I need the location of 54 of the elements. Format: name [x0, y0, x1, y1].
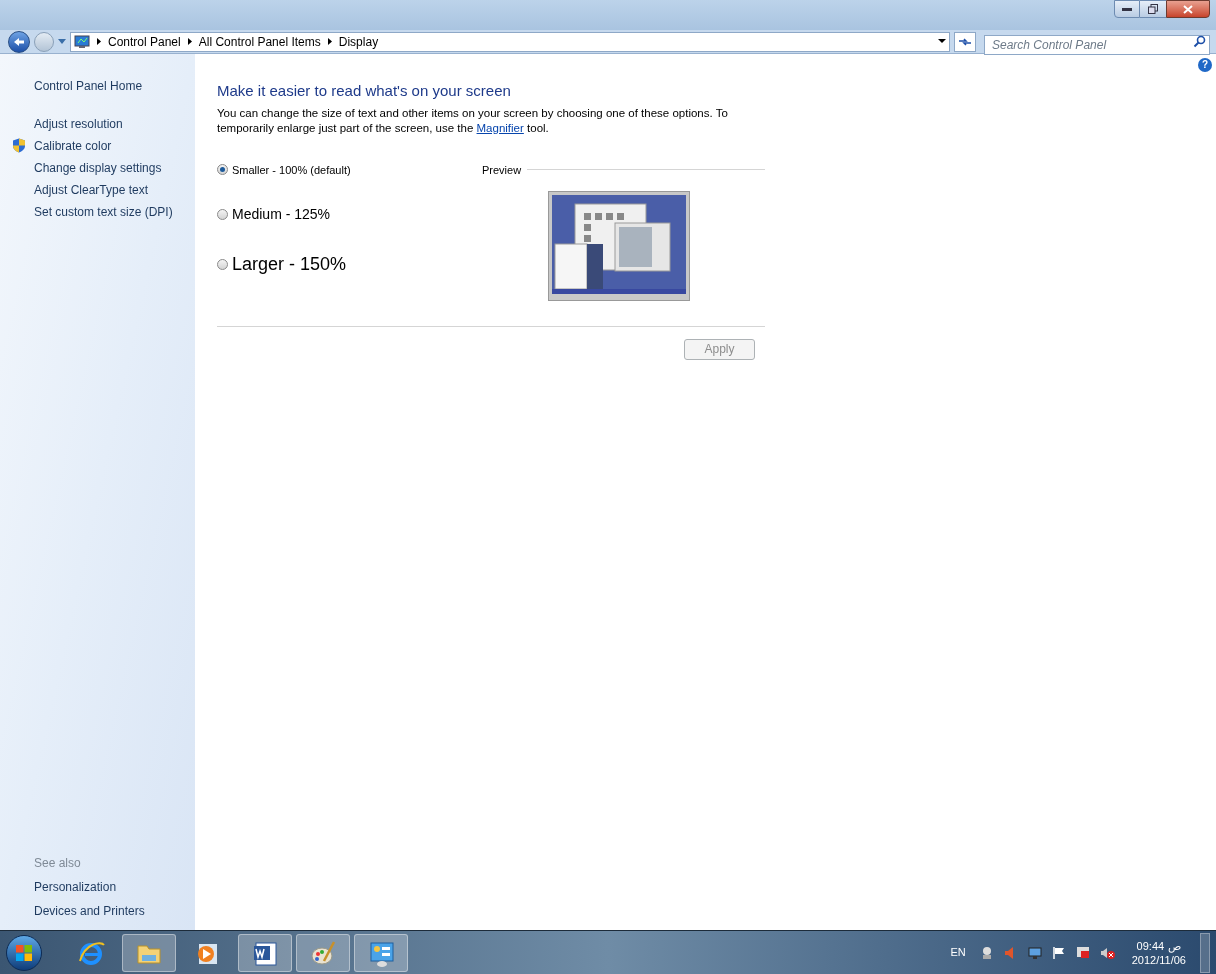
- sidebar-link[interactable]: Personalization: [34, 878, 195, 896]
- flag-icon[interactable]: [1051, 945, 1066, 960]
- sidebar-link[interactable]: Control Panel Home: [34, 79, 143, 93]
- shield-icon: [12, 138, 26, 153]
- see-also-heading: See also: [34, 855, 82, 872]
- refresh-button[interactable]: [954, 31, 976, 52]
- monitor-icon: [74, 34, 90, 49]
- sidebar-link[interactable]: Set custom text size (DPI): [34, 202, 173, 221]
- magnifier-link[interactable]: Magnifier: [476, 121, 524, 134]
- preview-label: Preview: [482, 162, 522, 178]
- taskbar-app-button[interactable]: [354, 933, 408, 972]
- clock-date: 2012/11/06: [1131, 953, 1186, 967]
- size-radio-option[interactable]: Smaller - 100% (default): [217, 161, 482, 190]
- speaker-muted-icon[interactable]: [1099, 945, 1116, 960]
- back-button[interactable]: [8, 30, 30, 53]
- back-arrow-icon: [13, 36, 25, 47]
- sidebar-link[interactable]: Adjust resolution: [34, 114, 123, 133]
- sidebar-link[interactable]: Adjust ClearType text: [34, 180, 149, 199]
- start-button[interactable]: [6, 934, 42, 971]
- taskbar-app-button[interactable]: [122, 933, 176, 972]
- restore-icon: [1148, 4, 1158, 14]
- size-radio-option[interactable]: Larger - 150%: [217, 239, 482, 290]
- search-icon[interactable]: [1193, 34, 1206, 48]
- taskbar-app-button[interactable]: [296, 933, 350, 972]
- clock-time: 09:44: [1136, 938, 1165, 953]
- minimize-button[interactable]: [1114, 0, 1140, 18]
- show-desktop-button[interactable]: [1200, 932, 1210, 973]
- breadcrumb-item[interactable]: Display: [338, 32, 379, 51]
- breadcrumb-arrow-icon[interactable]: [327, 38, 332, 45]
- breadcrumb-arrow-icon[interactable]: [187, 38, 192, 45]
- description-text: You can change the size of text and other items on your screen by choosing one of these options. To temporarily enlarge just part of the screen, use the Magnifier tool.: [217, 105, 729, 136]
- search-field[interactable]: Search Control Panel: [984, 34, 1210, 55]
- breadcrumb-arrow-icon[interactable]: [97, 38, 101, 45]
- breadcrumb-item[interactable]: Control Panel: [108, 32, 181, 51]
- sidebar-link[interactable]: Change display settings: [34, 158, 162, 177]
- page-heading: Make it easier to read what's on your screen: [217, 81, 512, 101]
- minimize-icon: [1122, 7, 1132, 11]
- monitor-network-icon[interactable]: [1027, 945, 1042, 960]
- address-field[interactable]: Control Panel All Control Panel Items Display: [70, 31, 950, 52]
- clock-period: ص: [1168, 938, 1182, 953]
- sidebar-link[interactable]: Devices and Printers: [34, 902, 195, 920]
- breadcrumb-item[interactable]: All Control Panel Items: [198, 32, 321, 51]
- size-radio-option[interactable]: Medium - 125%: [217, 189, 482, 240]
- refresh-arrows-icon: [958, 36, 972, 47]
- dropdown-arrow-icon[interactable]: [938, 39, 946, 44]
- help-button[interactable]: ?: [1198, 58, 1212, 72]
- language-indicator[interactable]: EN: [950, 944, 966, 961]
- windows-logo-icon: [15, 943, 33, 962]
- close-button[interactable]: [1166, 0, 1210, 18]
- taskbar-app-button[interactable]: [238, 933, 292, 972]
- network-disconnected-icon[interactable]: [1075, 945, 1090, 960]
- close-icon: [1183, 4, 1193, 14]
- sidebar-link[interactable]: Calibrate color: [34, 136, 112, 155]
- maximize-button[interactable]: [1140, 0, 1166, 18]
